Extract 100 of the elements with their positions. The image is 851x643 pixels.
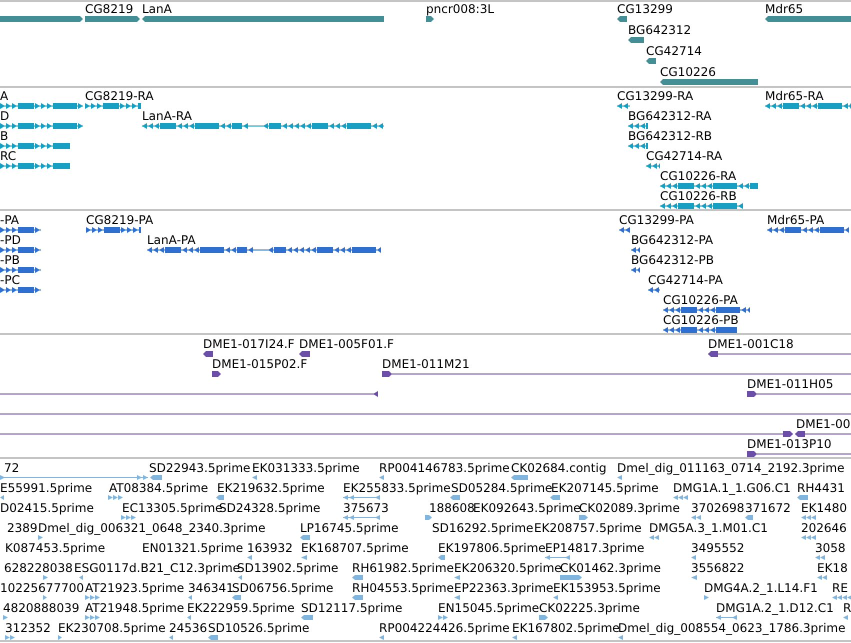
est-alignment[interactable]: [169, 635, 173, 640]
protein-model[interactable]: [147, 247, 381, 253]
protein-model[interactable]: [631, 267, 640, 273]
est-alignment[interactable]: [252, 475, 257, 480]
transcript-model[interactable]: [660, 203, 743, 209]
est-alignment[interactable]: [673, 495, 687, 500]
est-alignment[interactable]: [579, 515, 588, 520]
est-alignment[interactable]: [0, 475, 148, 480]
clone-alignment[interactable]: [795, 431, 851, 437]
protein-model[interactable]: [619, 227, 630, 233]
est-alignment[interactable]: [539, 615, 548, 620]
est-alignment[interactable]: [247, 555, 252, 560]
transcript-model[interactable]: [617, 103, 630, 109]
transcript-model[interactable]: [628, 143, 648, 149]
transcript-model[interactable]: [628, 123, 648, 129]
est-alignment[interactable]: [425, 515, 432, 520]
est-alignment[interactable]: [188, 595, 192, 600]
gene-bar[interactable]: [765, 16, 851, 22]
protein-model[interactable]: [663, 327, 737, 333]
clone-alignment[interactable]: [299, 351, 310, 357]
est-alignment[interactable]: [5, 635, 15, 640]
est-alignment[interactable]: [343, 515, 380, 520]
est-alignment[interactable]: [379, 475, 384, 480]
est-alignment[interactable]: [3, 615, 8, 620]
est-alignment[interactable]: [454, 595, 460, 600]
est-alignment[interactable]: [843, 615, 851, 620]
est-alignment[interactable]: [108, 495, 123, 500]
est-alignment[interactable]: [150, 475, 162, 480]
gene-bar[interactable]: [0, 16, 83, 22]
est-alignment[interactable]: [300, 535, 310, 540]
protein-model[interactable]: [663, 307, 750, 313]
est-alignment[interactable]: [187, 615, 191, 620]
est-alignment[interactable]: [817, 575, 827, 580]
gene-bar[interactable]: [85, 16, 140, 22]
est-alignment[interactable]: [649, 535, 660, 540]
est-alignment[interactable]: [301, 615, 313, 620]
est-alignment[interactable]: [301, 555, 307, 560]
clone-alignment[interactable]: [212, 371, 221, 377]
clone-alignment[interactable]: [0, 431, 793, 437]
transcript-model[interactable]: [0, 143, 70, 149]
transcript-model[interactable]: [660, 183, 758, 189]
est-alignment[interactable]: [343, 495, 380, 500]
protein-model[interactable]: [0, 227, 41, 233]
clone-alignment[interactable]: [382, 371, 851, 377]
clone-alignment[interactable]: [747, 391, 851, 397]
est-alignment[interactable]: [512, 635, 517, 640]
clone-alignment[interactable]: [0, 411, 851, 417]
est-alignment[interactable]: [216, 495, 224, 500]
protein-model[interactable]: [767, 227, 849, 233]
est-alignment[interactable]: [745, 515, 753, 520]
est-alignment[interactable]: [454, 575, 460, 580]
transcript-model[interactable]: [0, 103, 83, 109]
est-alignment[interactable]: [550, 495, 560, 500]
gene-bar[interactable]: [426, 16, 434, 22]
clone-alignment[interactable]: [747, 451, 851, 457]
est-alignment[interactable]: [238, 575, 242, 580]
transcript-model[interactable]: [765, 103, 851, 109]
est-alignment[interactable]: [85, 595, 100, 600]
est-alignment[interactable]: [553, 595, 558, 600]
clone-alignment[interactable]: [708, 351, 851, 357]
transcript-model[interactable]: [142, 123, 384, 129]
est-alignment[interactable]: [208, 635, 218, 640]
est-alignment[interactable]: [797, 495, 808, 500]
est-alignment[interactable]: [545, 555, 570, 560]
protein-model[interactable]: [648, 287, 660, 293]
est-alignment[interactable]: [232, 595, 241, 600]
est-alignment[interactable]: [691, 575, 697, 580]
est-alignment[interactable]: [815, 555, 825, 560]
est-alignment[interactable]: [801, 535, 815, 540]
est-alignment[interactable]: [716, 615, 737, 620]
est-alignment[interactable]: [450, 495, 460, 500]
est-alignment[interactable]: [352, 595, 363, 600]
est-alignment[interactable]: [438, 615, 449, 620]
est-alignment[interactable]: [121, 515, 137, 520]
est-alignment[interactable]: [79, 575, 83, 580]
est-alignment[interactable]: [85, 615, 100, 620]
est-alignment[interactable]: [691, 515, 700, 520]
est-alignment[interactable]: [511, 475, 528, 480]
est-alignment[interactable]: [58, 635, 62, 640]
est-alignment[interactable]: [38, 535, 43, 540]
clone-alignment[interactable]: [203, 351, 213, 357]
est-alignment[interactable]: [560, 575, 582, 580]
est-alignment[interactable]: [352, 575, 363, 580]
est-alignment[interactable]: [379, 635, 384, 640]
est-alignment[interactable]: [0, 495, 4, 500]
est-alignment[interactable]: [691, 555, 698, 560]
transcript-model[interactable]: [85, 103, 141, 109]
est-alignment[interactable]: [438, 555, 445, 560]
gene-bar[interactable]: [646, 58, 656, 64]
protein-model[interactable]: [631, 247, 640, 253]
est-alignment[interactable]: [617, 475, 622, 480]
est-alignment[interactable]: [43, 595, 47, 600]
gene-bar[interactable]: [628, 37, 644, 43]
transcript-model[interactable]: [0, 163, 70, 169]
est-alignment[interactable]: [801, 515, 815, 520]
protein-model[interactable]: [0, 267, 41, 273]
protein-model[interactable]: [86, 227, 141, 233]
est-alignment[interactable]: [618, 635, 623, 640]
est-alignment[interactable]: [43, 575, 48, 580]
transcript-model[interactable]: [646, 163, 660, 169]
